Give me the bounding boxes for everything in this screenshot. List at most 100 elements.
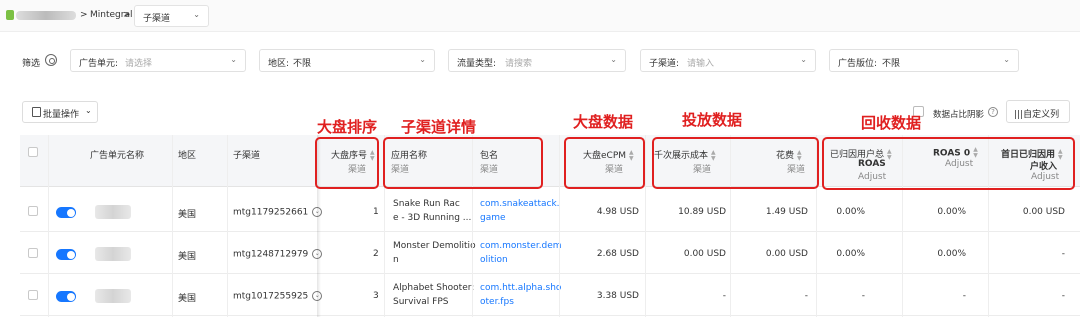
row-checkbox[interactable] xyxy=(28,248,38,258)
header-ad-unit-name: 广告单元名称 xyxy=(90,151,145,161)
custom-columns-label: |||自定义列 xyxy=(1014,110,1060,120)
ecpm-cell: 2.68 USD xyxy=(596,249,639,259)
attributed-roas-cell: 0.00% xyxy=(836,207,865,217)
gear-icon[interactable] xyxy=(45,54,57,66)
app-name-redacted xyxy=(16,11,76,20)
cpm-cell: - xyxy=(722,291,726,301)
chevron-down-icon: ⌄ xyxy=(230,55,237,64)
roas0-cell: 0.00% xyxy=(937,207,966,217)
filter-key: 子渠道: xyxy=(649,59,680,69)
filter-key: 地区: xyxy=(268,59,290,69)
subchannel-filter[interactable]: 子渠道: 请输入 ⌄ xyxy=(640,49,816,72)
column-divider xyxy=(559,135,560,317)
annotation-rank-box xyxy=(315,137,379,189)
row-checkbox[interactable] xyxy=(28,290,38,300)
chevron-down-icon: ⌄ xyxy=(193,10,200,19)
app-name-cell-2: e - 3D Running ... xyxy=(393,213,472,223)
first-day-revenue-cell: - xyxy=(1061,249,1065,259)
ad-placement-filter[interactable]: 广告版位: 不限 ⌄ xyxy=(829,49,1019,72)
cost-cell: - xyxy=(804,291,808,301)
filter-value: 请输入 xyxy=(687,59,715,69)
region-cell: 美国 xyxy=(178,210,197,220)
app-name-cell-2: n xyxy=(393,255,399,265)
ad-unit-name-redacted xyxy=(95,289,131,303)
annotation-market-box xyxy=(564,137,645,189)
breadcrumb-separator: > xyxy=(123,10,131,20)
filter-key: 广告单元: xyxy=(79,59,119,69)
annotation-detail-box xyxy=(383,137,543,189)
filter-value: 不限 xyxy=(882,59,901,69)
subchannel-view-select[interactable]: 子渠道 ⌄ xyxy=(134,5,209,27)
column-divider xyxy=(645,135,646,317)
cost-cell: 1.49 USD xyxy=(765,207,808,217)
cost-cell: 0.00 USD xyxy=(765,249,808,259)
filter-label: 筛选 xyxy=(22,59,41,69)
status-toggle[interactable] xyxy=(56,291,76,302)
ad-unit-name-redacted xyxy=(95,205,131,219)
chevron-down-icon: ⌄ xyxy=(419,55,426,64)
help-icon[interactable]: ? xyxy=(988,107,998,117)
cpm-cell: 0.00 USD xyxy=(683,249,726,259)
ratio-shadow-label: 数据占比阴影 xyxy=(933,110,985,120)
batch-operation-button[interactable]: 批量操作 ⌄ xyxy=(22,101,98,123)
batch-operation-label: 批量操作 xyxy=(43,110,80,120)
annotation-delivery-box xyxy=(652,137,819,189)
ad-unit-filter[interactable]: 广告单元: 请选择 ⌄ xyxy=(70,49,246,72)
row-checkbox[interactable] xyxy=(28,206,38,216)
chevron-down-icon: ⌄ xyxy=(1003,55,1010,64)
status-toggle[interactable] xyxy=(56,207,76,218)
column-divider xyxy=(227,135,228,317)
annotation-detail: 子渠道详情 xyxy=(401,118,477,136)
filter-value: 请搜索 xyxy=(505,59,533,69)
annotation-market: 大盘数据 xyxy=(573,113,634,131)
rank-cell: 2 xyxy=(373,249,379,259)
table-row[interactable]: 美国 mtg1017255925⌄ 3 Alphabet Shooter: Su… xyxy=(20,275,1080,316)
ecpm-cell: 3.38 USD xyxy=(596,291,639,301)
filter-value: 请选择 xyxy=(125,59,153,69)
table-row[interactable]: 美国 mtg1179252661⌄ 1 Snake Run Rac e - 3D… xyxy=(20,191,1080,232)
rank-cell: 1 xyxy=(373,207,379,217)
status-toggle[interactable] xyxy=(56,249,76,260)
annotation-return: 回收数据 xyxy=(861,114,922,132)
package-link-2[interactable]: oter.fps xyxy=(480,297,514,307)
subchannel-cell: mtg1248712979⌄ xyxy=(233,249,323,260)
ecpm-cell: 4.98 USD xyxy=(596,207,639,217)
app-logo xyxy=(6,10,14,20)
subchannel-cell: mtg1179252661⌄ xyxy=(233,207,323,218)
traffic-type-filter[interactable]: 流量类型: 请搜索 ⌄ xyxy=(448,49,626,72)
chevron-down-icon: ⌄ xyxy=(800,55,807,64)
filter-key: 流量类型: xyxy=(457,59,497,69)
ad-unit-name-redacted xyxy=(95,247,131,261)
select-all-checkbox[interactable] xyxy=(28,147,38,157)
cpm-cell: 10.89 USD xyxy=(678,207,726,217)
package-link-2[interactable]: olition xyxy=(480,255,508,265)
roas0-cell: 0.00% xyxy=(937,249,966,259)
filter-value: 不限 xyxy=(293,59,312,69)
column-divider xyxy=(172,135,173,317)
annotation-delivery: 投放数据 xyxy=(682,111,743,129)
package-link[interactable]: com.monster.dem xyxy=(480,241,562,251)
chevron-down-icon: ⌄ xyxy=(610,55,617,64)
app-name-cell: Snake Run Rac xyxy=(393,199,460,209)
breadcrumb-separator: > xyxy=(80,10,88,20)
package-link[interactable]: com.snakeattack. xyxy=(480,199,560,209)
header-region: 地区 xyxy=(178,151,197,161)
table-row[interactable]: 美国 mtg1248712979⌄ 2 Monster Demolitio n … xyxy=(20,233,1080,274)
app-name-cell: Alphabet Shooter: xyxy=(393,283,475,293)
package-link-2[interactable]: game xyxy=(480,213,506,223)
region-cell: 美国 xyxy=(178,252,197,262)
app-name-cell-2: Survival FPS xyxy=(393,297,449,307)
breadcrumb: > Mintegral > 子渠道 ⌄ xyxy=(0,0,1080,32)
subchannel-view-value: 子渠道 xyxy=(143,14,171,24)
annotation-return-box xyxy=(822,137,1075,190)
roas0-cell: - xyxy=(962,291,966,301)
first-day-revenue-cell: - xyxy=(1061,291,1065,301)
package-link[interactable]: com.htt.alpha.sho xyxy=(480,283,561,293)
rank-cell: 3 xyxy=(373,291,379,301)
attributed-roas-cell: - xyxy=(861,291,865,301)
copy-icon xyxy=(32,107,41,117)
custom-columns-button[interactable]: |||自定义列 xyxy=(1006,100,1070,123)
annotation-rank: 大盘排序 xyxy=(317,118,378,136)
region-filter[interactable]: 地区: 不限 ⌄ xyxy=(259,49,435,72)
first-day-revenue-cell: 0.00 USD xyxy=(1022,207,1065,217)
